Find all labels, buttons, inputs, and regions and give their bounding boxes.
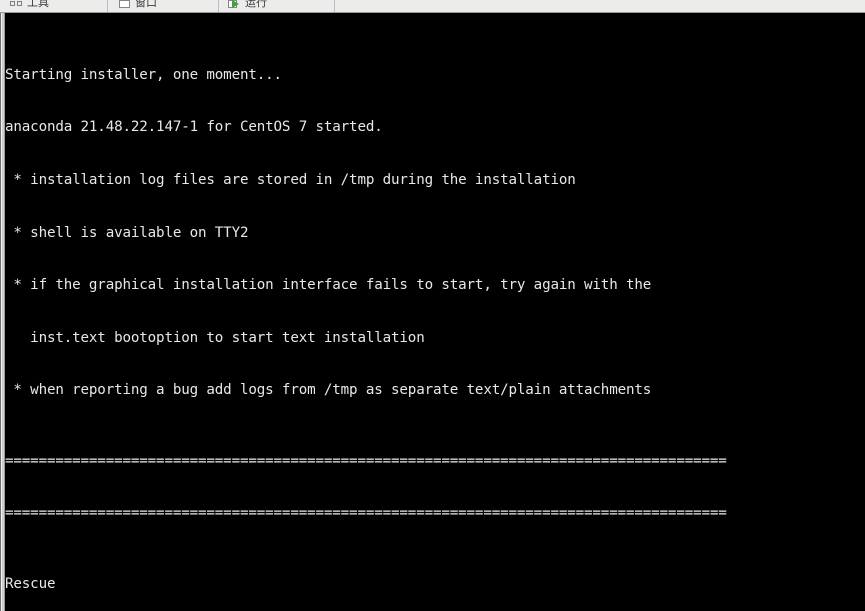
tab-run[interactable]: 运行 — [222, 0, 332, 12]
terminal-output: Starting installer, one moment... anacon… — [5, 14, 727, 611]
terminal-line: * if the graphical installation interfac… — [5, 277, 652, 294]
tab-tools[interactable]: 工具 — [4, 0, 104, 12]
separator-rule: ========================================… — [5, 452, 727, 469]
screen-title: Rescue — [5, 575, 56, 592]
tab-run-label: 运行 — [245, 0, 267, 9]
application-window: 工具 窗口 运行 Starting installer, one moment.… — [0, 0, 865, 611]
terminal-line: Starting installer, one moment... — [5, 66, 282, 83]
terminal-line: anaconda 21.48.22.147-1 for CentOS 7 sta… — [5, 119, 383, 136]
tab-window-label: 窗口 — [135, 0, 157, 9]
tab-window[interactable]: 窗口 — [112, 0, 212, 12]
terminal-line: * installation log files are stored in /… — [5, 171, 576, 188]
tab-separator — [107, 0, 108, 12]
window-icon — [118, 0, 131, 9]
tab-separator — [218, 0, 219, 12]
grid-icon — [10, 0, 23, 9]
separator-rule: ========================================… — [5, 505, 727, 522]
terminal-console[interactable]: Starting installer, one moment... anacon… — [5, 13, 865, 611]
terminal-line: inst.text bootoption to start text insta… — [5, 329, 425, 346]
terminal-line: * when reporting a bug add logs from /tm… — [5, 382, 652, 399]
terminal-line: * shell is available on TTY2 — [5, 224, 249, 241]
tab-tools-label: 工具 — [27, 0, 49, 9]
green-play-icon — [228, 0, 241, 9]
tab-strip: 工具 窗口 运行 — [0, 0, 865, 13]
tab-separator — [334, 0, 335, 12]
